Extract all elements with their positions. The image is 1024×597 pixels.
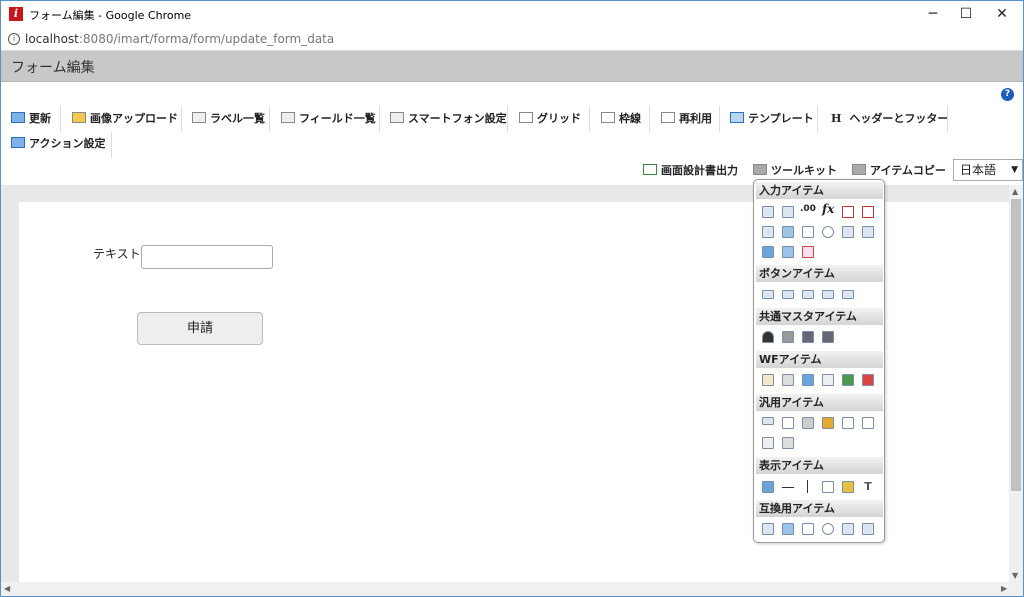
frame-item-icon[interactable]: [822, 481, 834, 493]
document-item-icon[interactable]: [782, 417, 794, 429]
common-master-items-header: 共通マスタアイテム: [756, 308, 883, 325]
user-item-icon[interactable]: [762, 331, 774, 343]
horizontal-line-icon[interactable]: [782, 487, 794, 488]
listbox-item-icon[interactable]: [862, 226, 874, 238]
browser-window: i フォーム編集 - Google Chrome ─ ☐ ✕ i localho…: [0, 0, 1024, 597]
table-item-icon[interactable]: [782, 246, 794, 258]
scroll-right-icon[interactable]: ▶: [1001, 584, 1007, 593]
panel-item-icon[interactable]: [762, 437, 774, 449]
image-item-icon[interactable]: [802, 374, 814, 386]
wf-items-header: WFアイテム: [756, 351, 883, 368]
close-button[interactable]: ✕: [984, 1, 1020, 29]
forward-button-item-icon[interactable]: [842, 290, 854, 299]
compat-radio-icon[interactable]: [822, 523, 834, 535]
app-logo-icon: i: [9, 7, 23, 21]
input-items-header: 入力アイテム: [756, 182, 883, 199]
hidden-item-icon[interactable]: [762, 417, 774, 425]
clipboard-item-icon[interactable]: [762, 374, 774, 386]
design-doc-export-button[interactable]: 画面設計書出力: [635, 159, 738, 183]
scroll-up-icon[interactable]: ▲: [1012, 187, 1018, 196]
compat-checkbox-icon[interactable]: [802, 523, 814, 535]
compat-select-icon[interactable]: [842, 523, 854, 535]
org-item-icon[interactable]: [802, 331, 814, 343]
attachment-item-icon[interactable]: [782, 374, 794, 386]
compat-listbox-icon[interactable]: [862, 523, 874, 535]
select-item-icon[interactable]: [842, 226, 854, 238]
template-button[interactable]: テンプレート: [722, 107, 814, 131]
header-item-icon[interactable]: [762, 481, 774, 493]
chevron-down-icon: ▼: [1011, 165, 1018, 175]
key-item-icon[interactable]: [822, 417, 834, 429]
textbox-item-icon[interactable]: [782, 206, 794, 218]
reuse-button[interactable]: 再利用: [653, 107, 712, 131]
update-button[interactable]: 更新: [3, 107, 51, 131]
radio-item-icon[interactable]: [822, 226, 834, 238]
vertical-scroll-thumb[interactable]: [1011, 199, 1021, 491]
return-button-item-icon[interactable]: [822, 290, 834, 299]
formula-item-icon[interactable]: fx: [822, 202, 834, 216]
image-upload-button[interactable]: 画像アップロード: [64, 107, 178, 131]
general-items-header: 汎用アイテム: [756, 394, 883, 411]
number-item-icon[interactable]: .00: [800, 204, 816, 214]
page-header: フォーム編集: [1, 51, 1023, 82]
language-select[interactable]: 日本語 ▼: [953, 159, 1023, 181]
picture-item-icon[interactable]: [842, 481, 854, 493]
url-text[interactable]: localhost:8080/imart/forma/form/update_f…: [25, 32, 334, 46]
minimize-button[interactable]: ─: [915, 1, 951, 29]
date-item-icon[interactable]: [842, 206, 854, 218]
label-item-icon[interactable]: [762, 206, 774, 218]
button-item-icon[interactable]: [762, 290, 774, 299]
field-list-button[interactable]: フィールド一覧: [273, 107, 376, 131]
vertical-line-icon[interactable]: [807, 480, 808, 493]
grid-button[interactable]: グリッド: [511, 107, 581, 131]
approve-item-icon[interactable]: [822, 374, 834, 386]
text-display-icon[interactable]: T: [862, 481, 874, 493]
post-item-icon[interactable]: [822, 331, 834, 343]
maximize-button[interactable]: ☐: [948, 1, 984, 29]
compatible-items-header: 互換用アイテム: [756, 500, 883, 517]
window-title: フォーム編集 - Google Chrome: [29, 9, 192, 22]
scroll-down-icon[interactable]: ▼: [1012, 571, 1018, 580]
apply-button[interactable]: 申請: [137, 312, 263, 345]
download-item-icon[interactable]: [862, 417, 874, 429]
smartphone-settings-button[interactable]: スマートフォン設定: [382, 107, 507, 131]
text-input[interactable]: [141, 245, 273, 269]
header-footer-button[interactable]: H ヘッダーとフッター: [823, 107, 948, 131]
compat-textarea-icon[interactable]: [762, 523, 774, 535]
compat-richtext-icon[interactable]: [782, 523, 794, 535]
action-settings-button[interactable]: アクション設定: [3, 132, 105, 156]
display-items-header: 表示アイテム: [756, 457, 883, 474]
button-items-header: ボタンアイテム: [756, 265, 883, 282]
company-item-icon[interactable]: [782, 331, 794, 343]
font-item-icon[interactable]: [802, 246, 814, 258]
label-list-button[interactable]: ラベル一覧: [184, 107, 265, 131]
info-icon[interactable]: i: [8, 33, 20, 45]
title-bar: i フォーム編集 - Google Chrome ─ ☐ ✕: [1, 1, 1023, 29]
upload-item-icon[interactable]: [762, 246, 774, 258]
richtext-item-icon[interactable]: [782, 226, 794, 238]
stamp-item-icon[interactable]: [862, 374, 874, 386]
submit-button-item-icon[interactable]: [782, 290, 794, 299]
page-item-icon[interactable]: [842, 417, 854, 429]
page-title: フォーム編集: [11, 60, 95, 76]
border-button[interactable]: 枠線: [593, 107, 641, 131]
help-icon[interactable]: ?: [1001, 88, 1014, 101]
back-button-item-icon[interactable]: [802, 290, 814, 299]
toolkit-panel: 入力アイテム .00 fx ボタンアイテム 共通マスタアイテム WFアイテム 汎…: [753, 179, 885, 543]
horizontal-scrollbar[interactable]: [1, 582, 1023, 596]
datetime-item-icon[interactable]: [862, 206, 874, 218]
slide-item-icon[interactable]: [782, 437, 794, 449]
scroll-left-icon[interactable]: ◀: [4, 584, 10, 593]
textarea-item-icon[interactable]: [762, 226, 774, 238]
checkbox-item-icon[interactable]: [802, 226, 814, 238]
text-field-label: テキスト: [93, 247, 141, 261]
camera-item-icon[interactable]: [802, 417, 814, 429]
address-bar[interactable]: i localhost:8080/imart/forma/form/update…: [1, 29, 1023, 51]
route-item-icon[interactable]: [842, 374, 854, 386]
